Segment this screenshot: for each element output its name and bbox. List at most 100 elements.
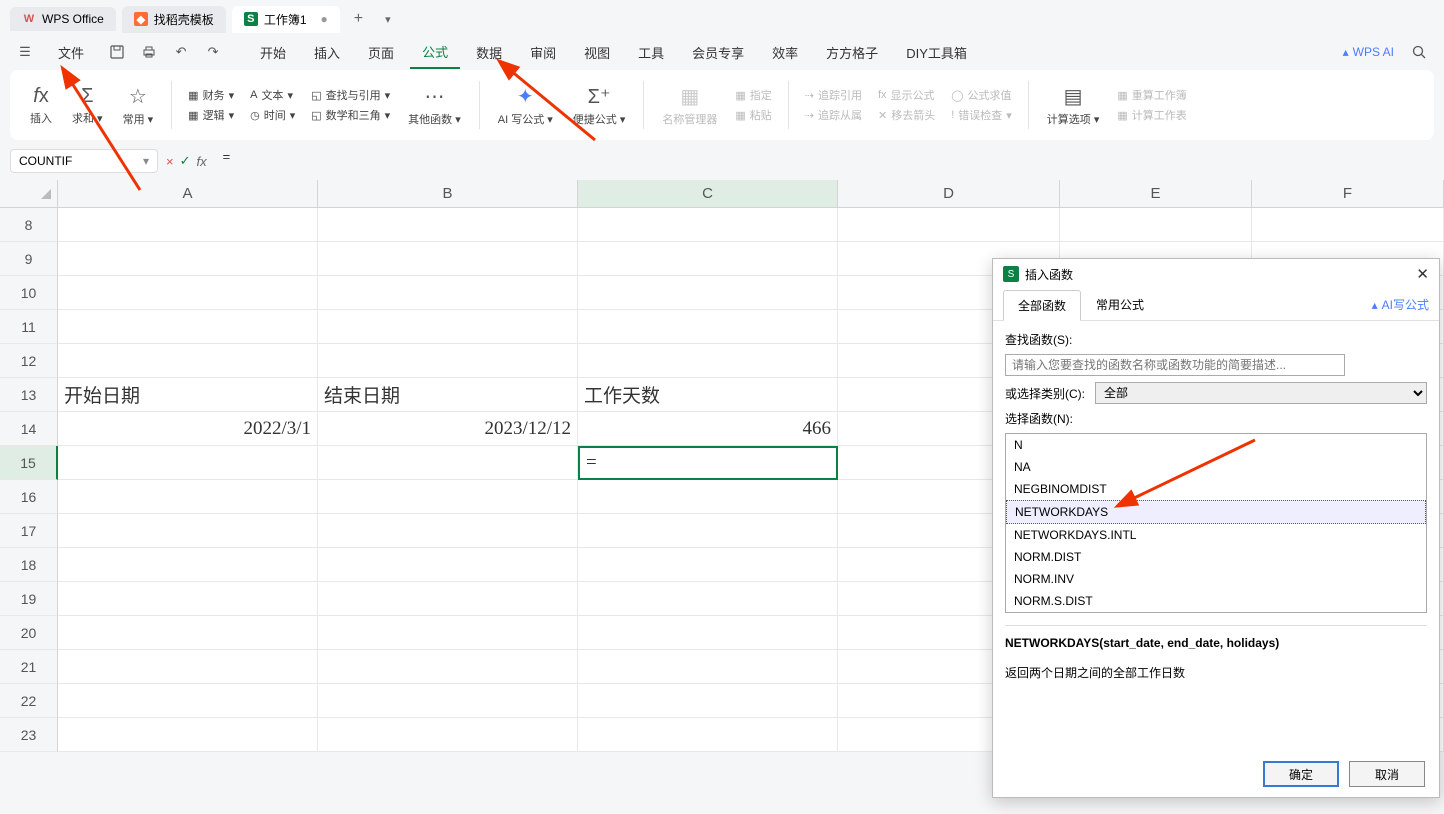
cell-C22[interactable]	[578, 684, 838, 718]
cell-B22[interactable]	[318, 684, 578, 718]
dialog-titlebar[interactable]: S 插入函数 ✕	[993, 259, 1439, 289]
ribbon-finance[interactable]: ▦ 财务 ▾	[188, 87, 234, 103]
cell-A11[interactable]	[58, 310, 318, 344]
cell-A18[interactable]	[58, 548, 318, 582]
cell-B11[interactable]	[318, 310, 578, 344]
cell-B17[interactable]	[318, 514, 578, 548]
cell-F8[interactable]	[1252, 208, 1444, 242]
menu-efficiency[interactable]: 效率	[760, 37, 810, 68]
tab-menu-button[interactable]: ▾	[377, 9, 399, 30]
cell-C19[interactable]	[578, 582, 838, 616]
ribbon-calc-options[interactable]: ▤ 计算选项 ▾	[1039, 84, 1108, 127]
cell-E8[interactable]	[1060, 208, 1252, 242]
cell-C10[interactable]	[578, 276, 838, 310]
row-header-18[interactable]: 18	[0, 548, 58, 582]
menu-formula[interactable]: 公式	[410, 36, 460, 69]
col-header-B[interactable]: B	[318, 180, 578, 208]
ok-button[interactable]: 确定	[1263, 761, 1339, 787]
search-icon[interactable]	[1408, 41, 1430, 63]
menu-file[interactable]: 文件	[46, 37, 96, 68]
cell-A10[interactable]	[58, 276, 318, 310]
col-header-A[interactable]: A	[58, 180, 318, 208]
undo-icon[interactable]: ↶	[170, 41, 192, 63]
ribbon-ai-formula[interactable]: ✦ AI 写公式 ▾	[490, 84, 561, 127]
row-header-8[interactable]: 8	[0, 208, 58, 242]
cancel-button[interactable]: 取消	[1349, 761, 1425, 787]
tab-template[interactable]: ◆ 找稻壳模板	[122, 6, 226, 33]
row-header-13[interactable]: 13	[0, 378, 58, 412]
cell-B16[interactable]	[318, 480, 578, 514]
row-header-17[interactable]: 17	[0, 514, 58, 548]
cell-A12[interactable]	[58, 344, 318, 378]
row-header-21[interactable]: 21	[0, 650, 58, 684]
cell-C23[interactable]	[578, 718, 838, 752]
cell-B20[interactable]	[318, 616, 578, 650]
redo-icon[interactable]: ↷	[202, 41, 224, 63]
cell-C20[interactable]	[578, 616, 838, 650]
cell-C14[interactable]: 466	[578, 412, 838, 446]
cell-B18[interactable]	[318, 548, 578, 582]
tab-all-functions[interactable]: 全部函数	[1003, 290, 1081, 321]
ribbon-math[interactable]: ◱ 数学和三角 ▾	[311, 107, 390, 123]
ribbon-common[interactable]: ☆ 常用 ▾	[115, 84, 162, 127]
row-header-19[interactable]: 19	[0, 582, 58, 616]
ribbon-sum[interactable]: Σ 求和 ▾	[64, 85, 111, 126]
function-item-networkdays-intl[interactable]: NETWORKDAYS.INTL	[1006, 524, 1426, 546]
function-item-norm-dist[interactable]: NORM.DIST	[1006, 546, 1426, 568]
row-header-10[interactable]: 10	[0, 276, 58, 310]
cell-C9[interactable]	[578, 242, 838, 276]
fx-icon[interactable]: fx	[197, 154, 207, 169]
menu-review[interactable]: 审阅	[518, 37, 568, 68]
function-item-n[interactable]: N	[1006, 434, 1426, 456]
save-icon[interactable]	[106, 41, 128, 63]
cell-B10[interactable]	[318, 276, 578, 310]
cell-A8[interactable]	[58, 208, 318, 242]
cell-B15[interactable]	[318, 446, 578, 480]
tab-common-formulas[interactable]: 常用公式	[1081, 289, 1159, 320]
tab-workbook[interactable]: S 工作簿1 ●	[232, 6, 340, 33]
cell-B12[interactable]	[318, 344, 578, 378]
col-header-F[interactable]: F	[1252, 180, 1444, 208]
cell-A20[interactable]	[58, 616, 318, 650]
cell-A9[interactable]	[58, 242, 318, 276]
menu-member[interactable]: 会员专享	[680, 37, 756, 68]
ribbon-name-manager[interactable]: ▦ 名称管理器	[654, 84, 725, 127]
cell-A19[interactable]	[58, 582, 318, 616]
cell-C18[interactable]	[578, 548, 838, 582]
menu-ffgz[interactable]: 方方格子	[814, 37, 890, 68]
row-header-20[interactable]: 20	[0, 616, 58, 650]
dialog-ai-button[interactable]: ▴AI写公式	[1372, 296, 1429, 313]
cell-C15[interactable]: =	[578, 446, 838, 480]
function-item-networkdays[interactable]: NETWORKDAYS	[1006, 500, 1426, 524]
ribbon-insert-function[interactable]: fx 插入	[22, 85, 60, 126]
category-select[interactable]: 全部	[1095, 382, 1427, 404]
name-box[interactable]: COUNTIF ▾	[10, 149, 158, 173]
cell-A22[interactable]	[58, 684, 318, 718]
hamburger-icon[interactable]: ☰	[14, 41, 36, 63]
cell-A14[interactable]: 2022/3/1	[58, 412, 318, 446]
row-header-23[interactable]: 23	[0, 718, 58, 752]
row-header-11[interactable]: 11	[0, 310, 58, 344]
cell-B19[interactable]	[318, 582, 578, 616]
cell-B23[interactable]	[318, 718, 578, 752]
row-header-15[interactable]: 15	[0, 446, 58, 480]
menu-data[interactable]: 数据	[464, 37, 514, 68]
print-icon[interactable]	[138, 41, 160, 63]
cell-C21[interactable]	[578, 650, 838, 684]
function-item-negbinomdist[interactable]: NEGBINOMDIST	[1006, 478, 1426, 500]
cell-A13[interactable]: 开始日期	[58, 378, 318, 412]
menu-view[interactable]: 视图	[572, 37, 622, 68]
ribbon-quick-formula[interactable]: Σ⁺ 便捷公式 ▾	[565, 84, 634, 127]
cell-C17[interactable]	[578, 514, 838, 548]
new-tab-button[interactable]: +	[346, 6, 371, 32]
function-item-norm-inv[interactable]: NORM.INV	[1006, 568, 1426, 590]
wps-ai-button[interactable]: ▴WPS AI	[1343, 45, 1394, 59]
col-header-C[interactable]: C	[578, 180, 838, 208]
menu-start[interactable]: 开始	[248, 37, 298, 68]
cell-D8[interactable]	[838, 208, 1060, 242]
ribbon-logic[interactable]: ▦ 逻辑 ▾	[188, 107, 234, 123]
cell-C8[interactable]	[578, 208, 838, 242]
tab-wps-office[interactable]: W WPS Office	[10, 7, 116, 31]
cell-B8[interactable]	[318, 208, 578, 242]
cell-C11[interactable]	[578, 310, 838, 344]
